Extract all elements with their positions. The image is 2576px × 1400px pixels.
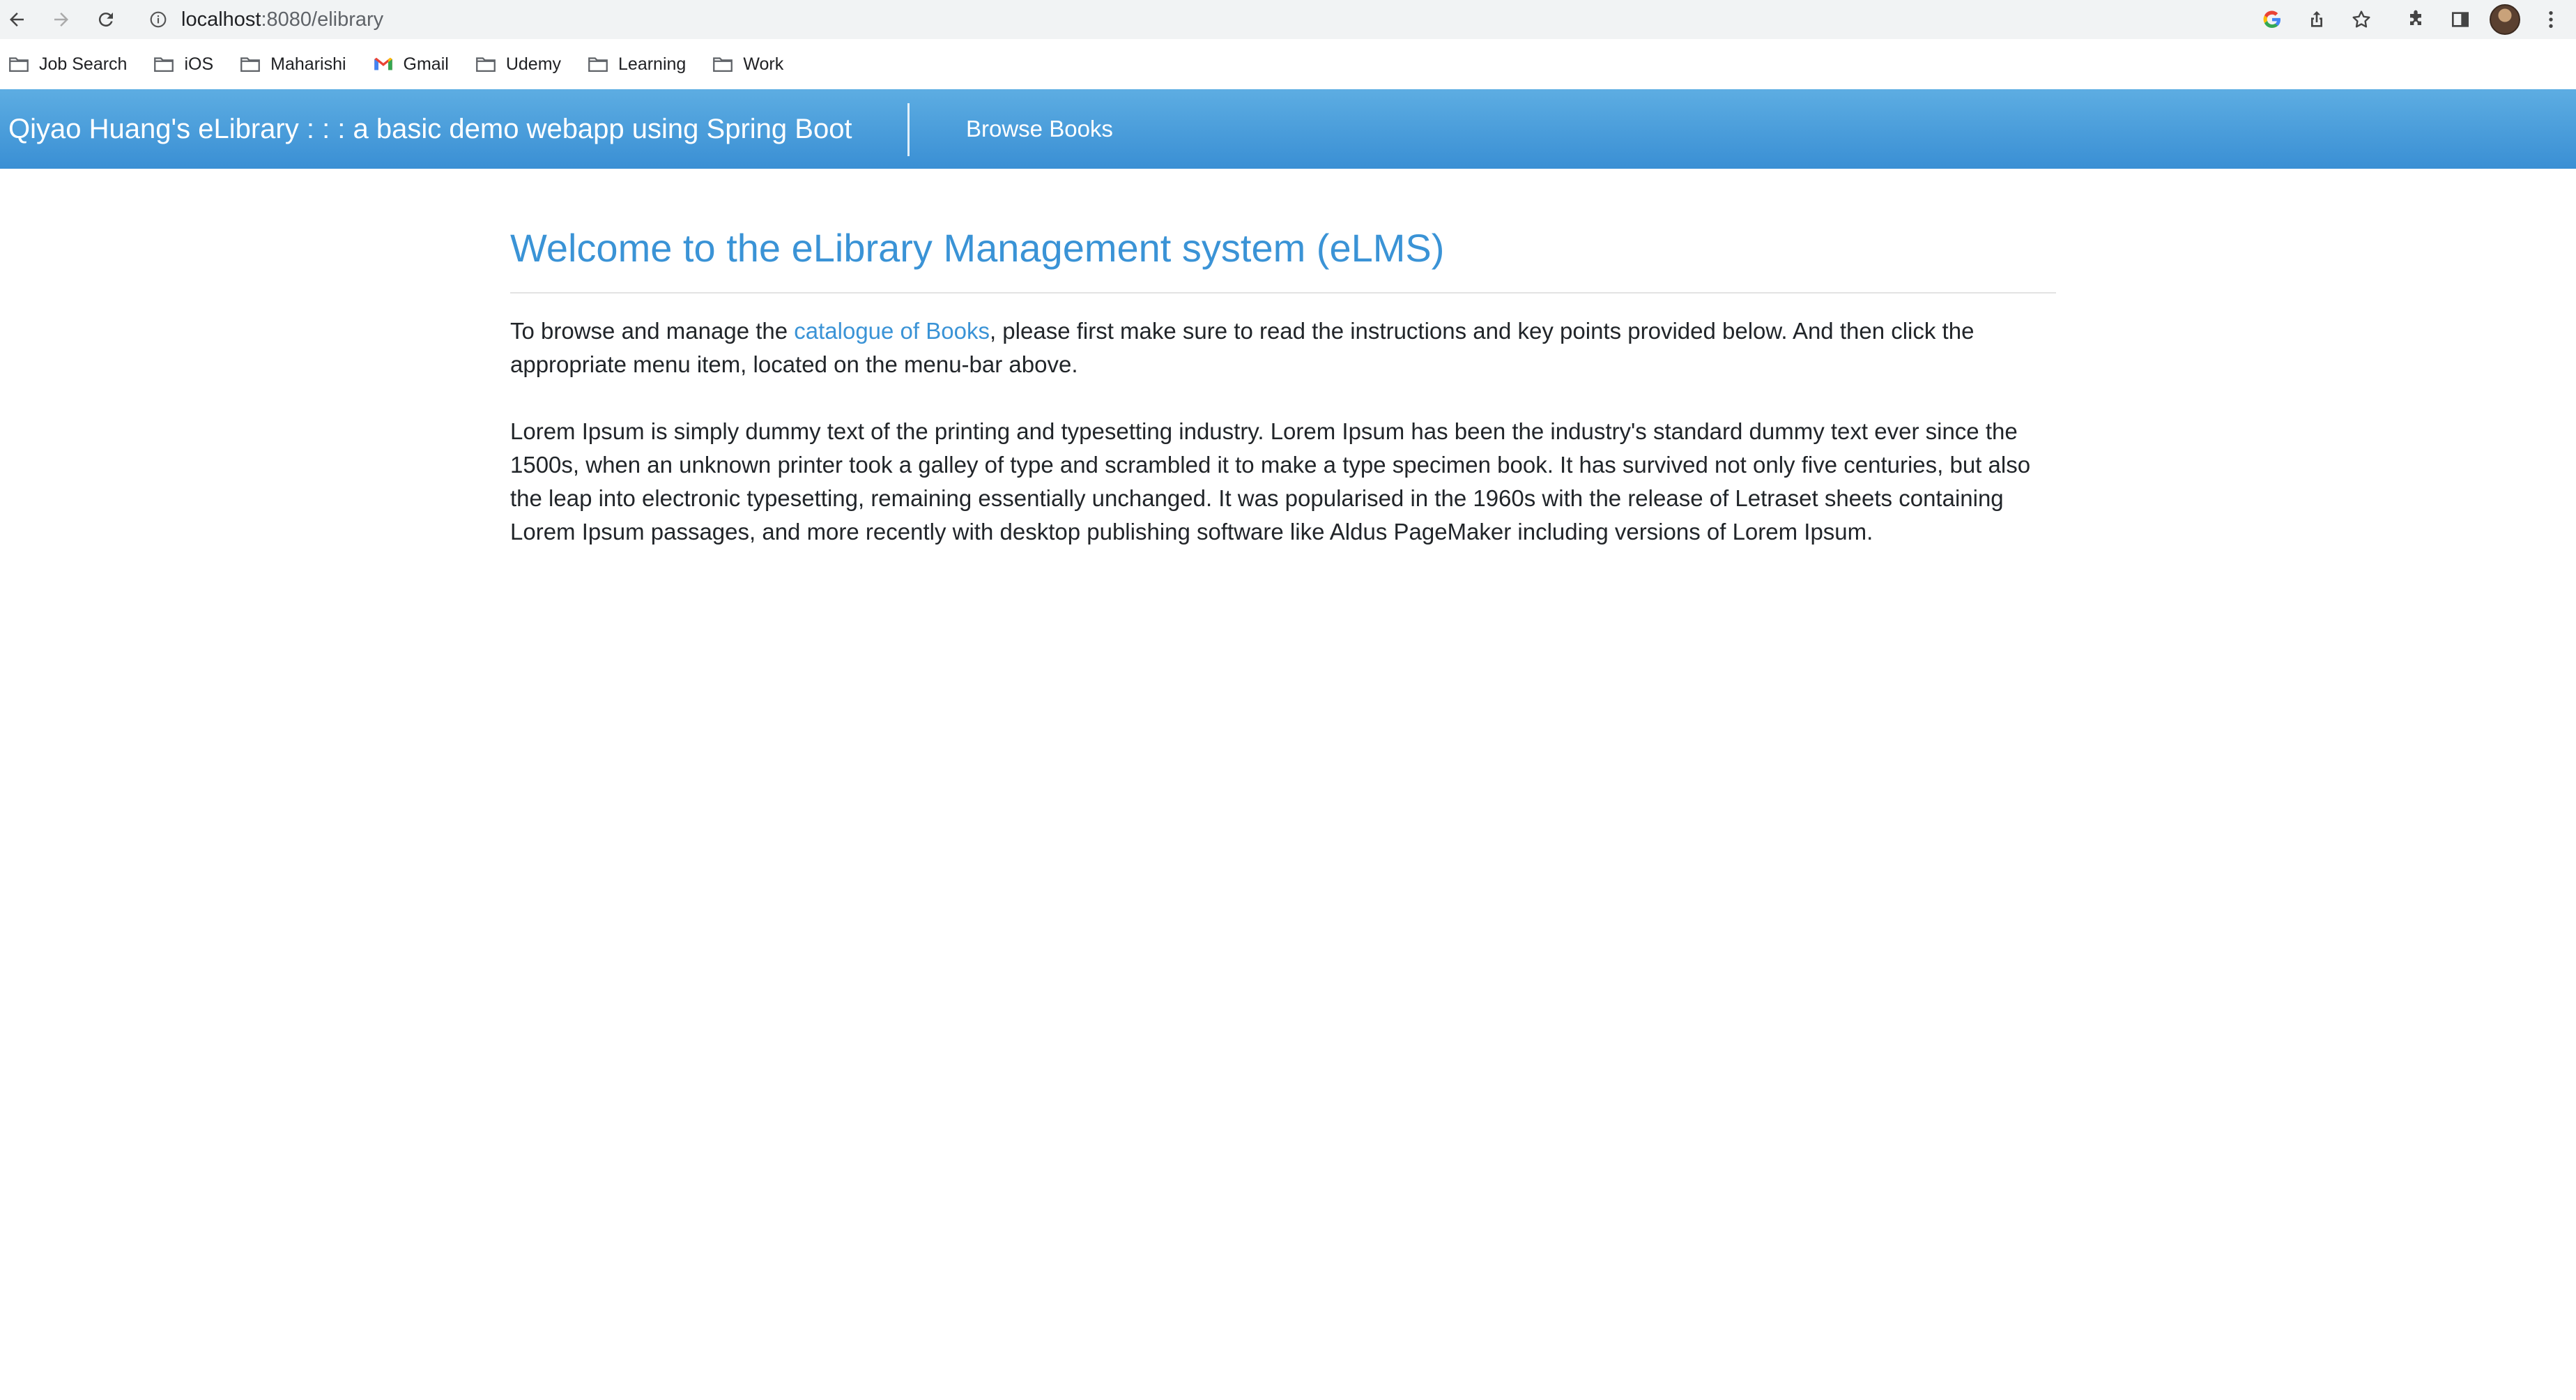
bookmark-label: iOS (184, 54, 214, 74)
url-text: localhost:8080/elibrary (181, 8, 383, 31)
lorem-paragraph: Lorem Ipsum is simply dummy text of the … (510, 418, 2031, 545)
forward-button[interactable] (46, 4, 77, 35)
star-icon (2352, 10, 2370, 28)
bookmark-label: Work (743, 54, 784, 74)
title-divider (510, 291, 2056, 294)
profile-button[interactable] (2490, 4, 2520, 35)
kebab-menu-icon (2549, 11, 2553, 28)
url-path: :8080/elibrary (261, 8, 384, 31)
back-button[interactable] (1, 4, 32, 35)
intro-text-before: To browse and manage the (510, 317, 795, 344)
reload-button[interactable] (91, 4, 121, 35)
bookmark-learning[interactable]: Learning (579, 45, 696, 84)
navbar-divider (907, 103, 910, 156)
page-title: Welcome to the eLibrary Management syste… (510, 226, 1445, 270)
side-panel-icon (2452, 12, 2469, 27)
bookmark-maharishi[interactable]: Maharishi (231, 45, 355, 84)
forward-arrow-icon (54, 13, 68, 26)
info-icon (150, 11, 167, 28)
brand-title[interactable]: Qiyao Huang's eLibrary : : : a basic dem… (8, 89, 852, 169)
address-bar[interactable]: localhost:8080/elibrary (137, 3, 2262, 36)
folder-icon (154, 57, 174, 73)
back-arrow-icon (10, 13, 24, 26)
bookmark-label: Job Search (39, 54, 128, 74)
bookmark-udemy[interactable]: Udemy (467, 45, 571, 84)
app-navbar: Qiyao Huang's eLibrary : : : a basic dem… (0, 89, 2576, 169)
puzzle-icon (2410, 10, 2421, 25)
bookmark-label: Gmail (403, 54, 449, 74)
folder-icon (713, 57, 733, 73)
folder-icon (9, 57, 29, 73)
extensions-button[interactable] (2400, 4, 2431, 35)
side-panel-button[interactable] (2445, 4, 2476, 35)
bookmark-work[interactable]: Work (704, 45, 793, 84)
google-lens-button[interactable] (2257, 4, 2287, 35)
menu-button[interactable] (2536, 4, 2566, 35)
url-host: localhost (181, 8, 261, 31)
bookmark-gmail[interactable]: Gmail (365, 45, 459, 84)
bookmark-star-button[interactable] (2346, 4, 2377, 35)
gmail-icon (374, 57, 392, 70)
bookmark-job-search[interactable]: Job Search (0, 45, 137, 84)
share-icon (2311, 11, 2322, 27)
folder-icon (588, 57, 608, 73)
folder-icon (475, 57, 496, 73)
bookmarks-bar: Job Search iOS Maharishi Gmail Udemy Lea… (0, 39, 2576, 90)
share-button[interactable] (2301, 4, 2332, 35)
intro-paragraph: To browse and manage the catalogue of Bo… (510, 314, 2056, 381)
avatar (2490, 4, 2520, 35)
bookmark-label: Udemy (505, 54, 562, 74)
folder-icon (240, 57, 261, 73)
browse-books-link[interactable]: Browse Books (966, 89, 1113, 169)
bookmark-ios[interactable]: iOS (145, 45, 223, 84)
google-icon (2263, 10, 2280, 28)
bookmark-label: Maharishi (270, 54, 346, 74)
main-content: Welcome to the eLibrary Management syste… (510, 209, 2056, 582)
bookmark-label: Learning (618, 54, 687, 74)
browser-toolbar: localhost:8080/elibrary (0, 0, 2576, 39)
reload-icon (98, 13, 113, 27)
catalogue-link[interactable]: catalogue of Books (794, 318, 990, 344)
